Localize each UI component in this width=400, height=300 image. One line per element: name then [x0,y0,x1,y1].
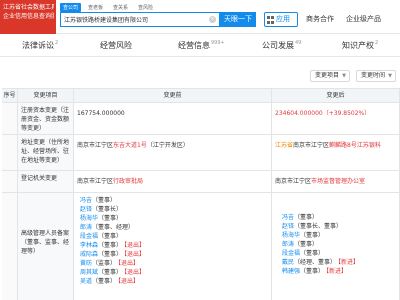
filter-change-item[interactable]: 变更项目 ▼ [310,70,351,82]
tab-company-development[interactable]: 公司发展49 [262,40,301,51]
tab-business-risk[interactable]: 经营风险 [100,40,132,51]
list-item: 吴道（董事） 【退出】 [80,278,140,285]
list-item: 周其斌（董事） 【退出】 [80,269,146,276]
person-link[interactable]: 李林森 [80,242,98,249]
person-link[interactable]: 戚际森 [80,251,98,258]
person-link[interactable]: 韩建强 [282,268,300,275]
list-item: 杨海华（董事） [80,215,123,222]
section-tabs: 法律诉讼2 经营风险 经营信息999+ 公司发展49 知识产权2 [0,35,400,57]
top-bar: 江苏省社会数据工具 企业信用信息查询服务 查公司 查老板 查关系 查风险 × 天… [0,0,400,34]
tab-intellectual-property[interactable]: 知识产权2 [342,40,378,51]
chevron-down-icon: ▼ [342,73,347,79]
search-button[interactable]: 天眼一下 [220,12,256,27]
after-value: 南京市江宁区市场监督管理办公室 [272,171,400,192]
site-logo[interactable]: 江苏省社会数据工具 企业信用信息查询服务 [0,0,56,34]
list-item: 黄昉（监事） 【退出】 [80,260,140,267]
chevron-down-icon: ▼ [388,73,393,79]
search-tab-risk[interactable]: 查风险 [135,3,156,12]
table-row: 地址变更（住所地址、经营场所、驻在地址等变更） 南京市江宁区东吉大道1号（江宁开… [2,135,400,171]
person-link[interactable]: 黄昉 [80,260,92,267]
after-address-highlight: 江苏省 [275,142,294,149]
person-link[interactable]: 杨海华 [282,232,300,239]
list-item: 郎涛（董事、经理） [80,224,135,231]
person-link[interactable]: 戴民 [282,259,294,266]
list-item: 赵铎（董事长） [80,206,123,213]
person-link[interactable]: 周其斌 [80,269,98,276]
person-link[interactable]: 吴道 [80,278,92,285]
search-box: × [60,12,220,27]
list-item: 李林森（董事） 【退出】 [80,242,146,249]
tab-business-info[interactable]: 经营信息999+ [178,40,225,51]
person-link[interactable]: 冯吉 [282,214,294,221]
list-item: 冯吉（董事） [80,197,117,204]
list-item: 杨海华（董事） [282,232,325,239]
list-item: 韩建强（董事） 【新进】 [282,268,348,275]
person-link[interactable]: 郎涛 [80,224,92,231]
change-item: 登记机关变更 [18,171,74,192]
search-tab-company[interactable]: 查公司 [60,3,82,12]
nav-business-cooperation[interactable]: 商务合作 [306,14,334,24]
list-item: 戴民（经理、董事） 【新进】 [282,259,360,266]
change-records-table: 序号 变更项目 变更前 变更后 注册资本变更（注册资金、资金数额等变更） 167… [2,88,400,300]
person-link[interactable]: 冯吉 [80,197,92,204]
table-row: 登记机关变更 南京市江宁区行政审批局 南京市江宁区市场监督管理办公室 [2,171,400,193]
clear-icon[interactable]: × [209,16,216,23]
search-input[interactable] [64,14,204,25]
filter-change-time[interactable]: 变更时间 ▼ [356,70,397,82]
change-item: 高级管理人员备案（董事、监事、经理等） [18,193,74,300]
change-item: 地址变更（住所地址、经营场所、驻在地址等变更） [18,135,74,170]
list-item: 冯吉（董事） [282,214,319,221]
after-value: 234604.000000（+39.8502%） [272,103,400,134]
apps-grid-icon [267,16,275,24]
row-index [2,135,18,170]
header-before: 变更前 [74,89,272,103]
person-link[interactable]: 段金福 [80,233,98,240]
person-link[interactable]: 段金福 [282,250,300,257]
header-index: 序号 [2,89,18,103]
nav-enterprise-products[interactable]: 企业级产品 [346,14,381,24]
list-item: 戚际森（董事） 【退出】 [80,251,146,258]
after-capital-change: （+39.8502%） [322,110,371,117]
change-item: 注册资本变更（注册资金、资金数额等变更） [18,103,74,134]
page: 江苏省社会数据工具 企业信用信息查询服务 查公司 查老板 查关系 查风险 × 天… [0,0,400,300]
tab-legal[interactable]: 法律诉讼2 [22,40,58,51]
after-capital: 234604.000000 [275,110,323,117]
person-link[interactable]: 杨海华 [80,215,98,222]
row-index [2,171,18,192]
person-link[interactable]: 赵铎 [80,206,92,213]
row-index [2,193,18,300]
before-value: 南京市江宁区行政审批局 [74,171,272,192]
header-change-item: 变更项目 [18,89,74,103]
before-people-list: 冯吉（董事） 赵铎（董事长） 杨海华（董事） 郎涛（董事、经理） 段金福（董事）… [74,193,272,300]
row-index [2,103,18,134]
table-row: 注册资本变更（注册资金、资金数额等变更） 167754.000000 23460… [2,103,400,135]
list-item: 郎涛（董事） [282,241,319,248]
list-item: 段金福（董事） [282,250,325,257]
app-dropdown-label: 应用 [276,15,290,23]
header-after: 变更后 [272,89,400,103]
search-type-tabs: 查公司 查老板 查关系 查风险 [60,3,156,12]
before-value: 南京市江宁区东吉大道1号（江宁开发区） [74,135,272,170]
before-address-highlight: 东吉大道1号 [113,142,147,149]
list-item: 段金福（董事） [80,233,123,240]
after-value: 江苏省南京市江宁区麒麟路8号江苏银科 [272,135,400,170]
person-link[interactable]: 赵铎 [282,223,294,230]
logo-line-2: 企业信用信息查询服务 [3,13,54,20]
after-people-list: 冯吉（董事） 赵铎（董事长、董事） 杨海华（董事） 郎涛（董事） 段金福（董事）… [272,193,400,300]
before-value: 167754.000000 [74,103,272,134]
search-tab-relation[interactable]: 查关系 [110,3,131,12]
table-row: 高级管理人员备案（董事、监事、经理等） 冯吉（董事） 赵铎（董事长） 杨海华（董… [2,193,400,300]
list-item: 赵铎（董事长、董事） [282,223,343,230]
person-link[interactable]: 郎涛 [282,241,294,248]
search-tab-boss[interactable]: 查老板 [85,3,106,12]
logo-line-1: 江苏省社会数据工具 [3,4,54,11]
